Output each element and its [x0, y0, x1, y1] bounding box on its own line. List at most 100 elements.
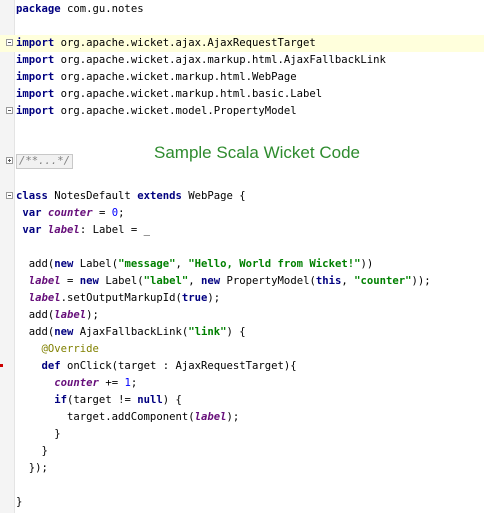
code-token: "message"	[118, 258, 176, 270]
code-token: import	[16, 88, 55, 100]
code-text: label.setOutputMarkupId(true);	[16, 290, 220, 307]
code-token: add(	[16, 309, 55, 321]
code-line-counter-inc[interactable]: counter += 1;	[0, 375, 484, 392]
code-line-def-onclick[interactable]: def onClick(target : AjaxRequestTarget){	[0, 358, 484, 375]
code-text: add(new AjaxFallbackLink("link") {	[16, 324, 246, 341]
code-line-set-markup-id[interactable]: label.setOutputMarkupId(true);	[0, 290, 484, 307]
code-token: null	[137, 394, 163, 406]
code-line-close-def[interactable]: }	[0, 443, 484, 460]
code-token: target.addComponent(	[16, 411, 195, 423]
code-token: org.apache.wicket.markup.html.basic.Labe…	[54, 88, 323, 100]
code-token: var	[22, 224, 42, 236]
code-text: def onClick(target : AjaxRequestTarget){	[16, 358, 297, 375]
code-text: add(new Label("message", "Hello, World f…	[16, 256, 373, 273]
collapsed-comment-block[interactable]: /**...*/	[16, 154, 74, 169]
code-token: var	[22, 207, 42, 219]
code-token: });	[16, 462, 48, 474]
code-text: }	[16, 494, 22, 511]
code-line-add-message[interactable]: add(new Label("message", "Hello, World f…	[0, 256, 484, 273]
code-token: ));	[411, 275, 431, 287]
code-line-label-assign[interactable]: label = new Label("label", new PropertyM…	[0, 273, 484, 290]
code-line-import-4[interactable]: import org.apache.wicket.markup.html.bas…	[0, 86, 484, 103]
code-token: org.apache.wicket.ajax.markup.html.AjaxF…	[54, 54, 386, 66]
code-token: =	[92, 207, 112, 219]
code-text: /**...*/	[16, 153, 74, 170]
code-line-close-class[interactable]: }	[0, 494, 484, 511]
code-editor[interactable]: package com.gu.notes import org.apache.wi…	[0, 0, 484, 513]
code-line-close-if[interactable]: }	[0, 426, 484, 443]
code-line-package[interactable]: package com.gu.notes	[0, 1, 484, 18]
code-text: import org.apache.wicket.markup.html.bas…	[16, 86, 322, 103]
code-token: "Hello, World from Wicket!"	[188, 258, 361, 270]
fold-collapse-icon[interactable]	[6, 39, 13, 46]
code-line-close-link[interactable]: });	[0, 460, 484, 477]
code-token: }	[16, 496, 23, 508]
code-token: def	[41, 360, 61, 372]
code-line-add-link[interactable]: add(new AjaxFallbackLink("link") {	[0, 324, 484, 341]
fold-collapse-icon[interactable]	[6, 192, 13, 199]
code-token: ,	[341, 275, 355, 287]
code-token: counter	[54, 377, 99, 389]
code-token: add(	[16, 326, 55, 338]
code-text: counter += 1;	[16, 375, 137, 392]
code-token: ) {	[226, 326, 246, 338]
code-line-class-decl[interactable]: class NotesDefault extends WebPage {	[0, 188, 484, 205]
code-token: new	[79, 275, 99, 287]
code-token: ))	[360, 258, 374, 270]
code-token: ,	[188, 275, 202, 287]
code-text: import org.apache.wicket.ajax.AjaxReques…	[16, 35, 316, 52]
code-line-import-1[interactable]: import org.apache.wicket.ajax.AjaxReques…	[0, 35, 484, 52]
code-token: import	[16, 37, 55, 49]
code-token: label	[28, 292, 61, 304]
code-token: com.gu.notes	[60, 3, 144, 15]
code-line-import-2[interactable]: import org.apache.wicket.ajax.markup.htm…	[0, 52, 484, 69]
code-token: (target !=	[67, 394, 138, 406]
fold-collapse-icon[interactable]	[6, 107, 13, 114]
code-text: import org.apache.wicket.model.PropertyM…	[16, 103, 297, 120]
code-line-var-counter[interactable]: var counter = 0;	[0, 205, 484, 222]
code-token: true	[181, 292, 208, 304]
code-token: "label"	[143, 275, 189, 287]
code-text: var counter = 0;	[16, 205, 124, 222]
code-text: import org.apache.wicket.ajax.markup.htm…	[16, 52, 386, 69]
code-token: Label(	[98, 275, 144, 287]
code-token: NotesDefault	[47, 190, 138, 202]
code-text: @Override	[16, 341, 99, 358]
code-token: "link"	[188, 326, 227, 338]
code-token: onClick(target : AjaxRequestTarget){	[60, 360, 297, 372]
code-line-import-5[interactable]: import org.apache.wicket.model.PropertyM…	[0, 103, 484, 120]
code-text: add(label);	[16, 307, 99, 324]
code-token: );	[226, 411, 240, 423]
code-token: import	[16, 54, 55, 66]
code-text: package com.gu.notes	[16, 1, 144, 18]
code-token: import	[16, 105, 55, 117]
code-token: label	[28, 275, 61, 287]
code-token: add(	[16, 258, 55, 270]
code-token: label	[47, 224, 80, 236]
code-line-if-target[interactable]: if(target != null) {	[0, 392, 484, 409]
code-token: new	[54, 326, 74, 338]
code-token: if	[54, 394, 68, 406]
fold-expand-icon[interactable]	[6, 157, 13, 164]
code-line-override[interactable]: @Override	[0, 341, 484, 358]
code-token: package	[16, 3, 61, 15]
code-line-add-label[interactable]: add(label);	[0, 307, 484, 324]
code-token: }	[16, 428, 61, 440]
code-token: counter	[47, 207, 93, 219]
code-text: }	[16, 426, 61, 443]
code-token: =	[60, 275, 80, 287]
code-line-import-3[interactable]: import org.apache.wicket.markup.html.Web…	[0, 69, 484, 86]
code-token: class	[16, 190, 48, 202]
code-text: target.addComponent(label);	[16, 409, 239, 426]
code-token: import	[16, 71, 55, 83]
code-line-add-component[interactable]: target.addComponent(label);	[0, 409, 484, 426]
code-token: this	[315, 275, 342, 287]
code-token: org.apache.wicket.model.PropertyModel	[54, 105, 297, 117]
code-text: label = new Label("label", new PropertyM…	[16, 273, 431, 290]
code-line-var-label[interactable]: var label: Label = _	[0, 222, 484, 239]
code-token: ;	[130, 377, 138, 389]
